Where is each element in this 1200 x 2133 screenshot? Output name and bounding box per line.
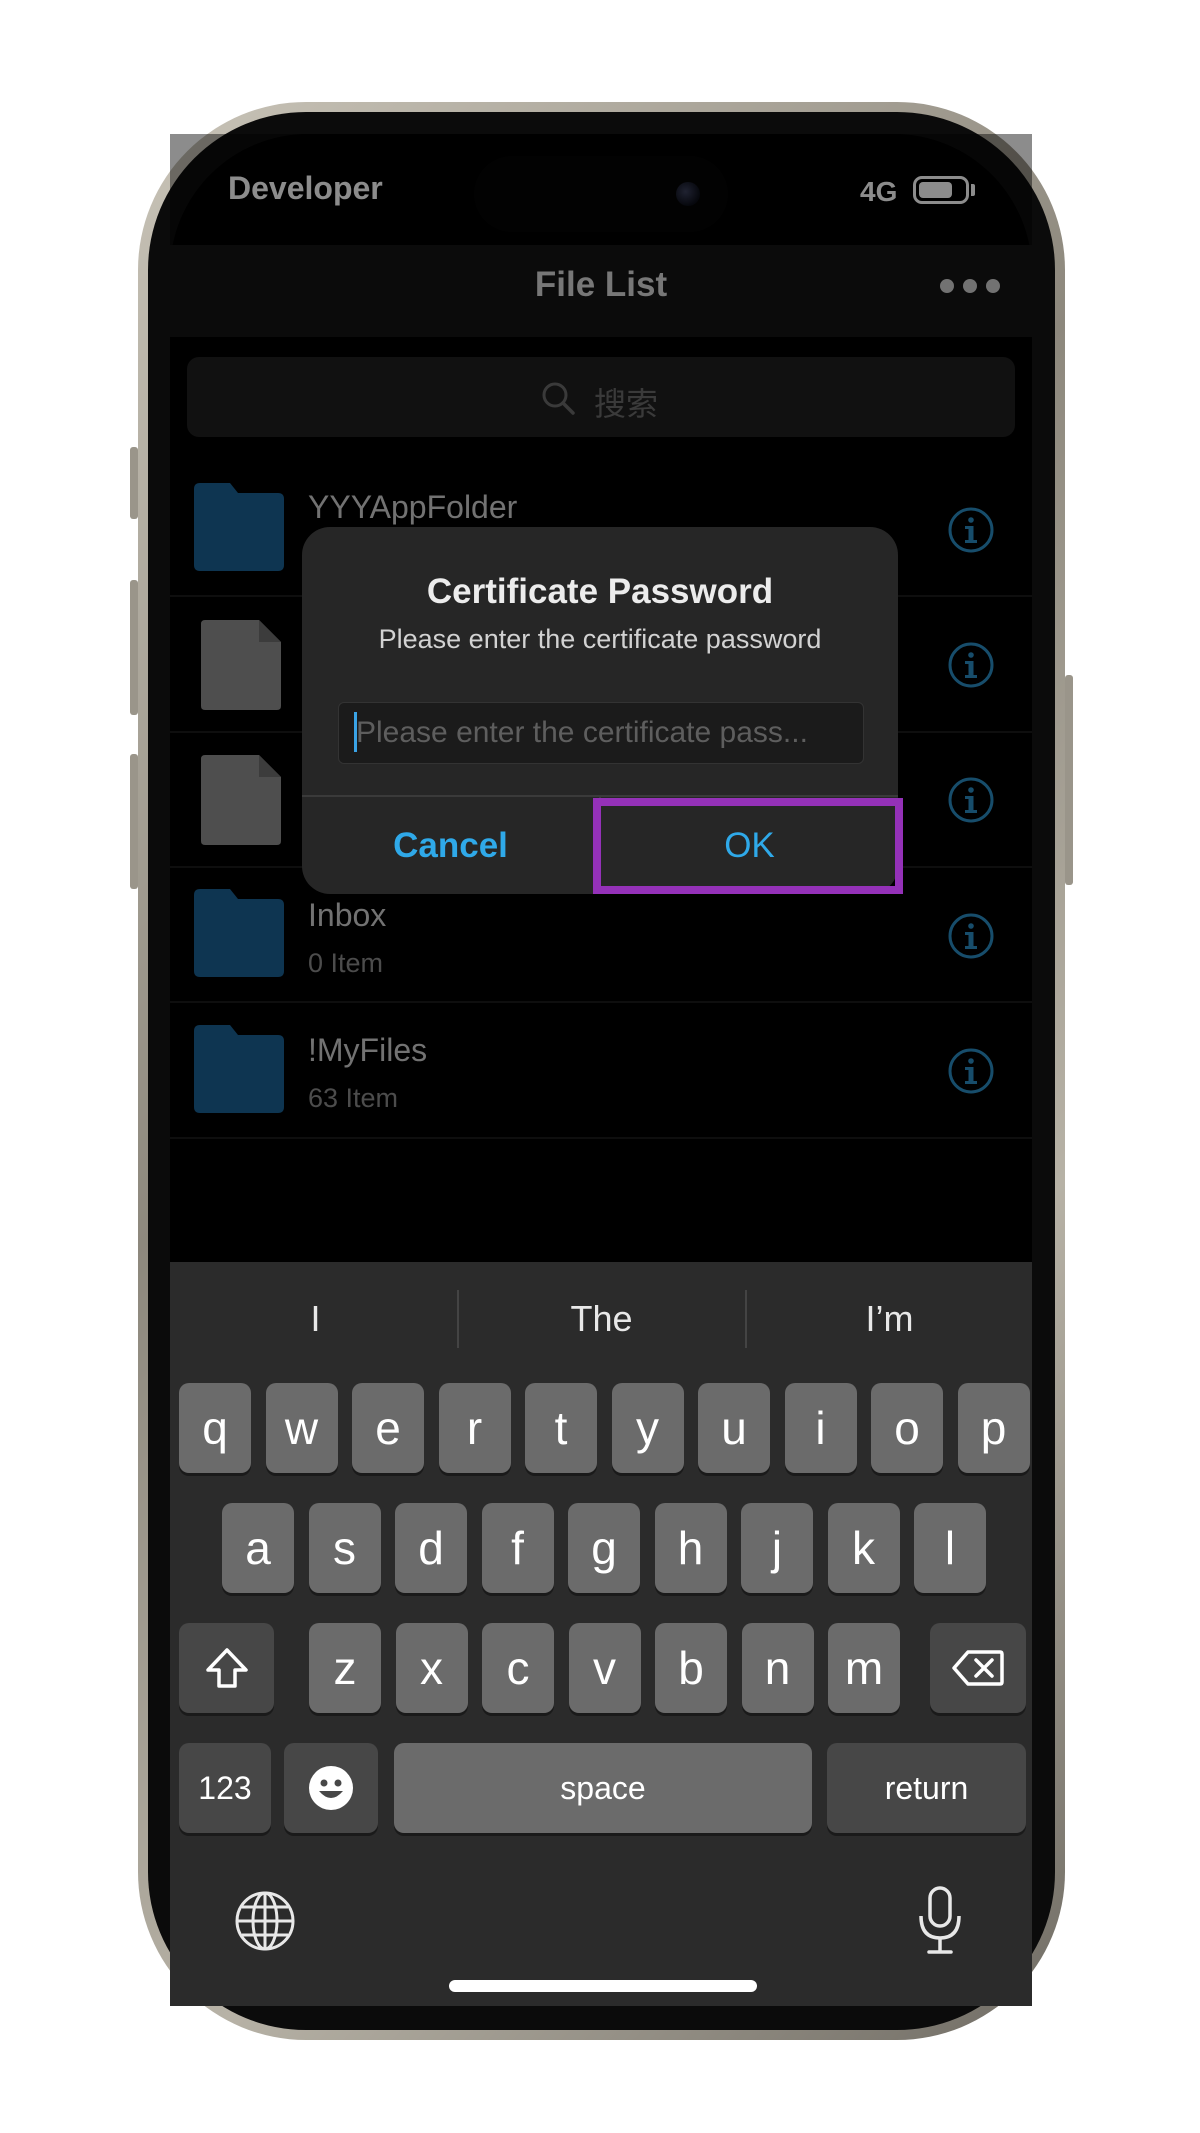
suggestion-1[interactable]: I [173, 1298, 458, 1340]
delete-key[interactable] [930, 1623, 1026, 1713]
volume-up-button [130, 580, 138, 715]
key-b[interactable]: b [655, 1623, 727, 1713]
backspace-icon [952, 1650, 1004, 1686]
key-t[interactable]: t [525, 1383, 597, 1473]
dialog-title: Certificate Password [426, 572, 774, 611]
key-c[interactable]: c [482, 1623, 554, 1713]
space-key[interactable]: space [394, 1743, 812, 1833]
key-o[interactable]: o [871, 1383, 943, 1473]
text-caret [354, 712, 357, 752]
key-k[interactable]: k [827, 1503, 900, 1593]
key-p[interactable]: p [957, 1383, 1030, 1473]
side-button [1065, 675, 1073, 885]
key-u[interactable]: u [698, 1383, 770, 1473]
dialog-message: Please enter the certificate password [378, 624, 822, 654]
key-w[interactable]: w [265, 1383, 338, 1473]
shift-icon [205, 1648, 248, 1688]
key-h[interactable]: h [654, 1503, 727, 1593]
key-n[interactable]: n [741, 1623, 814, 1713]
globe-icon[interactable] [234, 1890, 296, 1952]
key-l[interactable]: l [914, 1503, 986, 1593]
volume-down-button [130, 754, 138, 889]
key-d[interactable]: d [395, 1503, 467, 1593]
action-button [130, 447, 138, 519]
suggestion-2[interactable]: The [459, 1298, 744, 1340]
key-y[interactable]: y [611, 1383, 684, 1473]
return-key[interactable]: return [827, 1743, 1026, 1833]
home-indicator [449, 1980, 757, 1992]
key-s[interactable]: s [308, 1503, 381, 1593]
cancel-button[interactable]: Cancel [302, 797, 599, 894]
key-f[interactable]: f [481, 1503, 554, 1593]
suggestion-3[interactable]: I’m [747, 1298, 1032, 1340]
key-v[interactable]: v [568, 1623, 641, 1713]
key-a[interactable]: a [222, 1503, 294, 1593]
key-x[interactable]: x [395, 1623, 468, 1713]
shift-key[interactable] [179, 1623, 274, 1713]
key-r[interactable]: r [438, 1383, 511, 1473]
key-m[interactable]: m [828, 1623, 900, 1713]
key-q[interactable]: q [179, 1383, 251, 1473]
microphone-icon[interactable] [916, 1886, 964, 1956]
key-j[interactable]: j [741, 1503, 813, 1593]
key-z[interactable]: z [309, 1623, 381, 1713]
key-i[interactable]: i [784, 1383, 857, 1473]
password-placeholder: Please enter the certificate pass... [356, 716, 808, 749]
emoji-key[interactable] [284, 1743, 378, 1833]
emoji-icon [309, 1766, 353, 1810]
key-g[interactable]: g [568, 1503, 640, 1593]
numbers-key[interactable]: 123 [179, 1743, 271, 1833]
key-e[interactable]: e [352, 1383, 424, 1473]
ok-button-highlight [593, 798, 903, 894]
